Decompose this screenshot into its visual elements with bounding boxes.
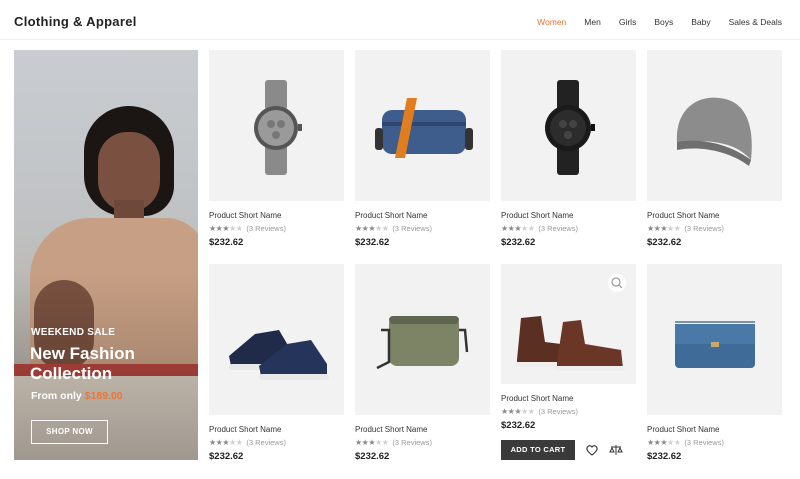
product-rating: ★★★★★ (3 Reviews) <box>501 224 636 233</box>
product-rating: ★★★★★ (3 Reviews) <box>355 438 490 447</box>
star-rating-icon: ★★★★★ <box>209 224 243 233</box>
site-header: Clothing & Apparel Women Men Girls Boys … <box>0 0 800 40</box>
product-name[interactable]: Product Short Name <box>647 211 782 220</box>
nav-item-women[interactable]: Women <box>537 17 566 27</box>
nav-item-sales-deals[interactable]: Sales & Deals <box>729 17 782 27</box>
add-to-cart-button[interactable]: ADD TO CART <box>501 440 575 460</box>
review-count[interactable]: (3 Reviews) <box>538 407 578 416</box>
product-name[interactable]: Product Short Name <box>647 425 782 434</box>
review-count[interactable]: (3 Reviews) <box>392 438 432 447</box>
product-price: $232.62 <box>209 237 244 248</box>
product-card[interactable]: Product Short Name ★★★★★ (3 Reviews) $23… <box>647 264 782 462</box>
compare-icon <box>609 445 623 455</box>
product-name[interactable]: Product Short Name <box>355 425 490 434</box>
sneakers-icon <box>229 330 329 380</box>
nav-item-boys[interactable]: Boys <box>654 17 673 27</box>
star-rating-icon: ★★★★★ <box>355 438 389 447</box>
product-image[interactable] <box>501 264 636 384</box>
product-rating: ★★★★★ (3 Reviews) <box>647 224 782 233</box>
banner-title: New Fashion Collection <box>30 344 135 383</box>
product-card[interactable]: Product Short Name ★★★★★ (3 Reviews) $23… <box>355 50 490 248</box>
product-price: $232.62 <box>501 237 536 248</box>
main-nav: Women Men Girls Boys Baby Sales & Deals <box>537 17 782 27</box>
product-card-hovered[interactable]: Product Short Name ★★★★★ (3 Reviews) $23… <box>501 264 636 460</box>
product-name[interactable]: Product Short Name <box>501 211 636 220</box>
product-card[interactable]: Product Short Name ★★★★★ (3 Reviews) $23… <box>501 50 636 248</box>
star-rating-icon: ★★★★★ <box>501 407 535 416</box>
quick-view-button[interactable] <box>608 274 626 292</box>
review-count[interactable]: (3 Reviews) <box>392 224 432 233</box>
product-name[interactable]: Product Short Name <box>209 211 344 220</box>
review-count[interactable]: (3 Reviews) <box>684 224 724 233</box>
product-card[interactable]: Product Short Name ★★★★★ (3 Reviews) $23… <box>355 264 490 462</box>
beanie-icon <box>676 97 752 166</box>
review-count[interactable]: (3 Reviews) <box>538 224 578 233</box>
compare-button[interactable] <box>609 443 623 457</box>
nav-item-men[interactable]: Men <box>584 17 601 27</box>
product-price: $232.62 <box>355 237 390 248</box>
product-price: $232.62 <box>647 237 682 248</box>
product-price: $232.62 <box>647 451 682 462</box>
promo-banner[interactable]: WEEKEND SALE New Fashion Collection From… <box>14 50 198 460</box>
star-rating-icon: ★★★★★ <box>647 438 681 447</box>
crossbody-bag-blue-icon <box>375 98 473 158</box>
product-image[interactable] <box>209 50 344 201</box>
product-image[interactable] <box>355 264 490 415</box>
review-count[interactable]: (3 Reviews) <box>246 438 286 447</box>
star-rating-icon: ★★★★★ <box>647 224 681 233</box>
heart-icon <box>586 445 598 456</box>
camera-bag-green-icon <box>376 316 469 370</box>
product-name[interactable]: Product Short Name <box>355 211 490 220</box>
watch-black-icon <box>545 80 595 175</box>
product-rating: ★★★★★ (3 Reviews) <box>209 224 344 233</box>
nav-item-baby[interactable]: Baby <box>691 17 710 27</box>
review-count[interactable]: (3 Reviews) <box>684 438 724 447</box>
watch-gray-icon <box>254 80 302 175</box>
product-rating: ★★★★★ (3 Reviews) <box>355 224 490 233</box>
card-actions: ADD TO CART <box>501 440 636 460</box>
clutch-blue-icon <box>675 321 755 368</box>
banner-from-price: $189.00 <box>84 390 123 402</box>
banner-eyebrow: WEEKEND SALE <box>31 327 116 338</box>
product-price: $232.62 <box>355 451 390 462</box>
product-rating: ★★★★★ (3 Reviews) <box>209 438 344 447</box>
product-image[interactable] <box>647 50 782 201</box>
product-card[interactable]: Product Short Name ★★★★★ (3 Reviews) $23… <box>647 50 782 248</box>
product-price: $232.62 <box>209 451 244 462</box>
star-rating-icon: ★★★★★ <box>501 224 535 233</box>
product-image[interactable] <box>501 50 636 201</box>
shop-now-button[interactable]: SHOP NOW <box>31 420 108 444</box>
product-name[interactable]: Product Short Name <box>209 425 344 434</box>
review-count[interactable]: (3 Reviews) <box>246 224 286 233</box>
banner-from-text: From only <box>31 390 82 402</box>
nav-item-girls[interactable]: Girls <box>619 17 636 27</box>
product-name[interactable]: Product Short Name <box>501 394 636 403</box>
product-card[interactable]: Product Short Name ★★★★★ (3 Reviews) $23… <box>209 50 344 248</box>
product-rating: ★★★★★ (3 Reviews) <box>647 438 782 447</box>
product-rating: ★★★★★ (3 Reviews) <box>501 407 636 416</box>
star-rating-icon: ★★★★★ <box>355 224 389 233</box>
product-image[interactable] <box>647 264 782 415</box>
star-rating-icon: ★★★★★ <box>209 438 243 447</box>
banner-price-line: From only $189.00 <box>31 390 123 402</box>
product-price: $232.62 <box>501 420 536 431</box>
brand-logo[interactable]: Clothing & Apparel <box>14 14 137 29</box>
product-image[interactable] <box>209 264 344 415</box>
wishlist-button[interactable] <box>585 443 599 457</box>
product-image[interactable] <box>355 50 490 201</box>
product-card[interactable]: Product Short Name ★★★★★ (3 Reviews) $23… <box>209 264 344 462</box>
search-icon <box>611 277 623 289</box>
